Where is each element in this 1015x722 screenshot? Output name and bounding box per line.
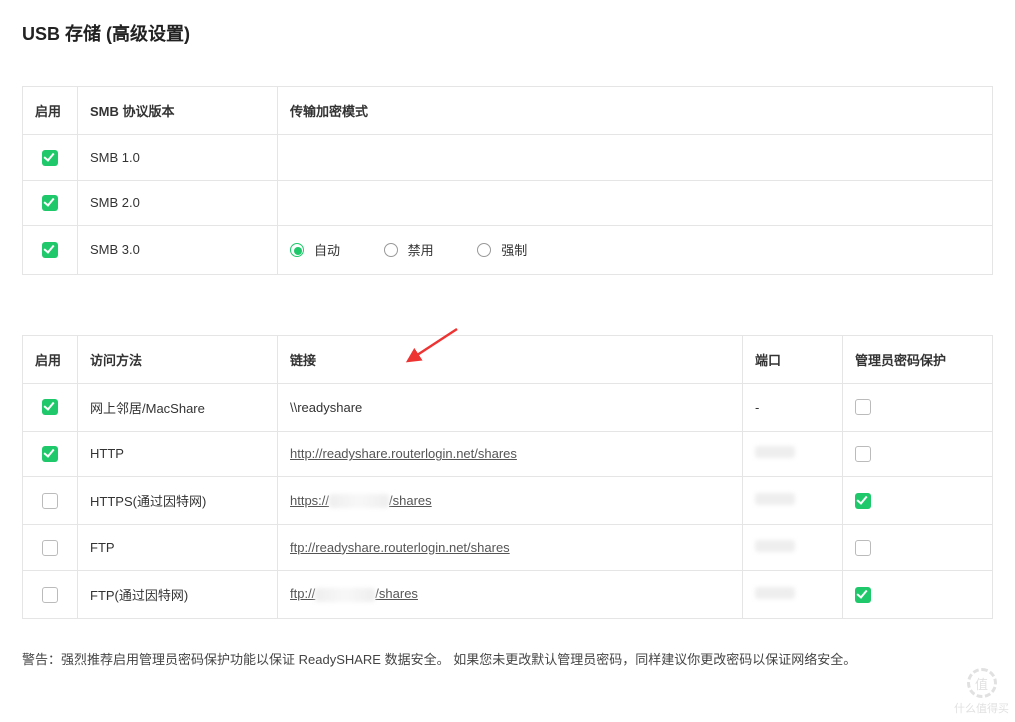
crypt-radio-disable[interactable]: 禁用 (384, 240, 434, 259)
enable-checkbox[interactable] (42, 399, 58, 415)
access-link-cell: http://readyshare.routerlogin.net/shares (278, 431, 743, 477)
access-port (743, 431, 843, 477)
access-port (743, 525, 843, 571)
smb-row: SMB 2.0 (23, 180, 993, 226)
admin-protect-cell (843, 570, 993, 618)
watermark: 值 什么值得买 (954, 668, 1009, 716)
admin-protect-cell (843, 431, 993, 477)
enable-checkbox[interactable] (42, 540, 58, 556)
smb-crypt-cell (278, 180, 993, 226)
smb-row: SMB 3.0 自动 禁用 强制 (23, 226, 993, 275)
access-row: 网上邻居/MacShare\\readyshare- (23, 383, 993, 431)
redacted-text (755, 540, 795, 552)
radio-icon (290, 243, 304, 257)
access-port: - (743, 383, 843, 431)
smb-crypt-cell (278, 135, 993, 181)
access-link-cell: ftp://readyshare.routerlogin.net/shares (278, 525, 743, 571)
access-link-cell: \\readyshare (278, 383, 743, 431)
enable-checkbox[interactable] (42, 493, 58, 509)
access-method: FTP (78, 525, 278, 571)
smb-table: 启用 SMB 协议版本 传输加密模式 SMB 1.0 SMB 2.0 SMB 3… (22, 86, 993, 275)
access-link-cell: https:///shares (278, 477, 743, 525)
admin-protect-cell (843, 383, 993, 431)
smb-row: SMB 1.0 (23, 135, 993, 181)
redacted-text (755, 587, 795, 599)
admin-protect-cell (843, 525, 993, 571)
admin-protect-checkbox[interactable] (855, 540, 871, 556)
access-link[interactable]: ftp://readyshare.routerlogin.net/shares (290, 540, 510, 555)
enable-checkbox[interactable] (42, 150, 58, 166)
access-head-port: 端口 (743, 335, 843, 383)
redacted-text (329, 494, 389, 508)
access-table: 启用 访问方法 链接 端口 管理员密码保护 网上邻居/MacShare\\rea… (22, 335, 993, 619)
access-link[interactable]: ftp:///shares (290, 586, 418, 601)
smb-head-version: SMB 协议版本 (78, 87, 278, 135)
admin-protect-checkbox[interactable] (855, 493, 871, 509)
redacted-text (755, 493, 795, 505)
crypt-radio-force[interactable]: 强制 (477, 240, 527, 259)
smb-version: SMB 1.0 (78, 135, 278, 181)
smb-version: SMB 3.0 (78, 226, 278, 275)
access-head-admin: 管理员密码保护 (843, 335, 993, 383)
redacted-text (755, 446, 795, 458)
access-method: FTP(通过因特网) (78, 570, 278, 618)
access-method: HTTP (78, 431, 278, 477)
smb-head-crypt: 传输加密模式 (278, 87, 993, 135)
smb-crypt-cell: 自动 禁用 强制 (278, 226, 993, 275)
warning-text: 警告：强烈推荐启用管理员密码保护功能以保证 ReadySHARE 数据安全。 如… (22, 649, 993, 668)
admin-protect-checkbox[interactable] (855, 399, 871, 415)
access-link[interactable]: http://readyshare.routerlogin.net/shares (290, 446, 517, 461)
access-link-cell: ftp:///shares (278, 570, 743, 618)
radio-icon (477, 243, 491, 257)
smb-version: SMB 2.0 (78, 180, 278, 226)
enable-checkbox[interactable] (42, 242, 58, 258)
enable-checkbox[interactable] (42, 195, 58, 211)
page-title: USB 存储 (高级设置) (22, 20, 993, 46)
access-port (743, 477, 843, 525)
redacted-text (315, 588, 375, 602)
access-method: HTTPS(通过因特网) (78, 477, 278, 525)
access-link[interactable]: https:///shares (290, 493, 432, 508)
admin-protect-cell (843, 477, 993, 525)
enable-checkbox[interactable] (42, 587, 58, 603)
access-head-link: 链接 (278, 335, 743, 383)
access-method: 网上邻居/MacShare (78, 383, 278, 431)
access-row: FTP(通过因特网) ftp:///shares (23, 570, 993, 618)
admin-protect-checkbox[interactable] (855, 446, 871, 462)
access-row: HTTPS(通过因特网) https:///shares (23, 477, 993, 525)
smb-head-enable: 启用 (23, 87, 78, 135)
access-head-method: 访问方法 (78, 335, 278, 383)
access-head-enable: 启用 (23, 335, 78, 383)
access-row: FTP ftp://readyshare.routerlogin.net/shar… (23, 525, 993, 571)
access-row: HTTP http://readyshare.routerlogin.net/sh… (23, 431, 993, 477)
enable-checkbox[interactable] (42, 446, 58, 462)
crypt-radio-auto[interactable]: 自动 (290, 240, 340, 259)
radio-icon (384, 243, 398, 257)
access-port (743, 570, 843, 618)
admin-protect-checkbox[interactable] (855, 587, 871, 603)
